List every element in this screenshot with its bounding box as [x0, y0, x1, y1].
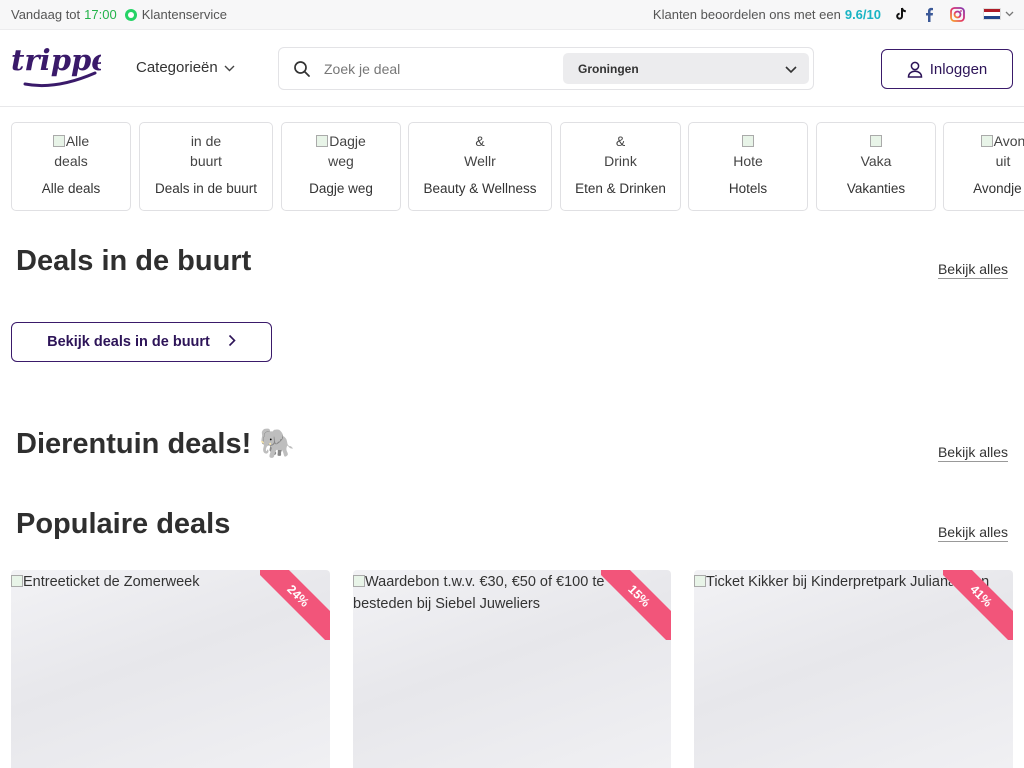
category-image: in de buurt [190, 133, 222, 169]
discount-ribbon: 15% [601, 570, 671, 640]
discount-label: 41% [943, 570, 1013, 640]
chevron-down-icon [785, 63, 797, 77]
category-tile-deals-in-de-buurt[interactable]: in de buurt Deals in de buurt [139, 122, 273, 211]
category-label: Beauty & Wellness [423, 181, 537, 196]
hours-prefix: Vandaag tot [11, 7, 81, 22]
tripper-logo[interactable]: tripper [11, 40, 101, 90]
zoo-deals-title: Dierentuin deals! 🐘 [16, 428, 296, 460]
category-tile-beauty-wellness[interactable]: & Wellr Beauty & Wellness [408, 122, 552, 211]
deal-image: Entreeticket de Zomerweek [11, 571, 200, 593]
discount-ribbon: 24% [260, 570, 330, 640]
deal-card[interactable]: Ticket Kikker bij Kinderpretpark Juliana… [694, 570, 1013, 768]
category-label: Alle deals [41, 181, 101, 196]
discount-ribbon: 41% [943, 570, 1013, 640]
customer-service-link[interactable]: Klantenservice [142, 7, 227, 22]
rating-and-social: Klanten beoordelen ons met een 9.6/10 [653, 6, 1014, 22]
dutch-flag-icon[interactable] [983, 8, 1001, 20]
deal-card[interactable]: Entreeticket de Zomerweek 24% [11, 570, 330, 768]
category-label: Deals in de buurt [154, 181, 258, 196]
tiktok-icon[interactable] [893, 6, 909, 22]
category-label: Vakanties [846, 181, 906, 196]
top-info-bar: Vandaag tot 17:00 Klantenservice Klanten… [0, 0, 1024, 30]
nearby-deals-title: Deals in de buurt [16, 245, 252, 277]
nearby-deals-button[interactable]: Bekijk deals in de buurt [11, 322, 272, 362]
categories-menu[interactable]: Categorieën [136, 59, 235, 76]
main-header: tripper Categorieën Groningen Inloggen [0, 30, 1024, 107]
login-label: Inloggen [929, 60, 988, 78]
search-icon[interactable] [293, 60, 311, 83]
see-all-nearby-link[interactable]: Bekijk alles [937, 261, 1008, 279]
search-bar: Groningen [278, 47, 814, 90]
category-tiles: Alle deals Alle deals in de buurt Deals in… [0, 122, 1024, 212]
category-tile-eten-drinken[interactable]: & Drink Eten & Drinken [560, 122, 681, 211]
opening-hours: Vandaag tot 17:00 Klantenservice [11, 7, 227, 22]
deal-card[interactable]: Waardebon t.w.v. €30, €50 of €100 te bes… [353, 570, 671, 768]
category-tile-vakanties[interactable]: Vaka Vakanties [816, 122, 936, 211]
nearby-deals-button-label: Bekijk deals in de buurt [47, 334, 210, 350]
chevron-down-icon [224, 59, 235, 76]
location-value: Groningen [578, 62, 639, 76]
rating-prefix: Klanten beoordelen ons met een [652, 6, 841, 22]
user-icon [907, 61, 922, 78]
category-tile-dagje-weg[interactable]: Dagje weg Dagje weg [281, 122, 401, 211]
discount-label: 24% [260, 570, 330, 640]
categories-label: Categorieën [136, 59, 218, 76]
chevron-right-icon [228, 334, 236, 351]
whatsapp-icon [124, 8, 137, 21]
rating-score: 9.6/10 [844, 6, 881, 22]
logo-text: tripper [11, 43, 101, 77]
category-tile-alle-deals[interactable]: Alle deals Alle deals [11, 122, 131, 211]
location-select[interactable]: Groningen [563, 53, 809, 84]
category-tile-hotels[interactable]: Hote Hotels [688, 122, 808, 211]
search-input[interactable] [324, 58, 544, 80]
category-image: Avon uit [944, 131, 1024, 173]
see-all-popular-link[interactable]: Bekijk alles [937, 524, 1008, 542]
instagram-icon[interactable] [949, 6, 965, 22]
login-button[interactable]: Inloggen [881, 49, 1013, 89]
category-label: Eten & Drinken [575, 181, 666, 196]
chevron-down-icon[interactable] [1005, 9, 1014, 19]
hours-time: 17:00 [84, 7, 117, 22]
facebook-icon[interactable] [921, 6, 937, 22]
category-label: Dagje weg [309, 181, 373, 196]
discount-label: 15% [601, 570, 671, 640]
category-label: Hotels [728, 181, 768, 196]
see-all-zoo-link[interactable]: Bekijk alles [937, 444, 1008, 462]
category-image: Hote [689, 131, 807, 173]
category-image: Dagje weg [282, 131, 400, 173]
category-image: & Wellr [464, 133, 496, 169]
category-image: & Drink [604, 133, 637, 169]
category-label: Avondje u [973, 181, 1024, 196]
popular-deals-title: Populaire deals [16, 508, 231, 540]
category-image: Alle deals [52, 133, 90, 169]
category-tile-avondje-uit[interactable]: Avonuit Avondje u [943, 122, 1024, 211]
category-image: Vaka [817, 131, 935, 173]
